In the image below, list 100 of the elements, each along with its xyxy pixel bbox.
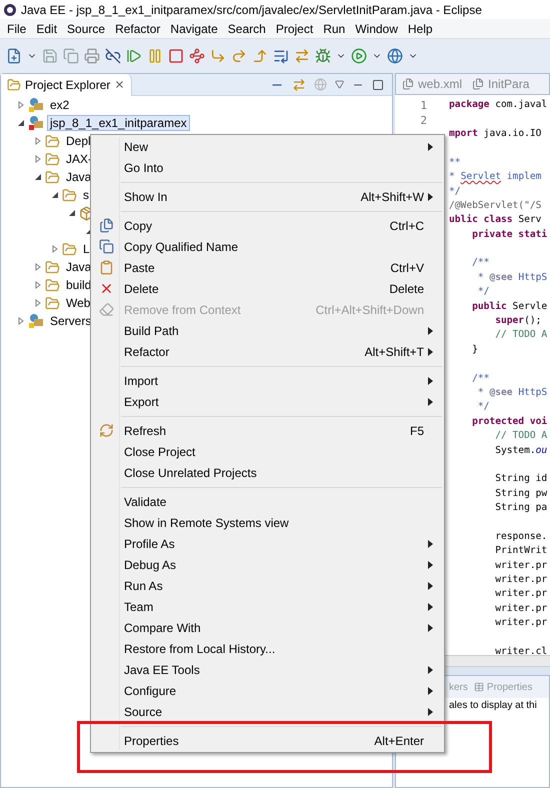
menu-option[interactable]: Show in Remote Systems view	[121, 512, 444, 533]
menu-option[interactable]: Source	[121, 701, 444, 722]
expanded-arrow-icon[interactable]	[17, 119, 25, 127]
menu-option[interactable]: Show In Alt+Shift+W	[121, 186, 444, 207]
properties-icon	[474, 682, 484, 692]
menu-option[interactable]: Team	[121, 596, 444, 617]
code-line: /**	[471, 372, 490, 386]
run-icon[interactable]	[351, 48, 367, 64]
resume-icon[interactable]	[126, 48, 142, 64]
menu-option[interactable]: Java EE Tools	[121, 659, 444, 680]
menu-item[interactable]: Search	[222, 20, 271, 38]
folder-icon	[45, 134, 60, 148]
collapsed-arrow-icon[interactable]	[51, 245, 59, 253]
tree-item[interactable]: Java	[63, 169, 94, 185]
menu-item[interactable]: Navigate	[165, 20, 223, 38]
menu-option[interactable]: Restore from Local History...	[121, 638, 444, 659]
menu-option[interactable]: Copy Qualified Name	[121, 236, 444, 257]
maximize-icon[interactable]	[372, 78, 384, 90]
folder-icon	[45, 278, 60, 292]
tree-item[interactable]: L	[80, 241, 93, 257]
stop-icon[interactable]	[168, 48, 184, 64]
menu-item[interactable]: Run	[318, 20, 350, 38]
menu-item[interactable]: Project	[270, 20, 318, 38]
window-title: Java EE - jsp_8_1_ex1_initparamex/src/com/javalec/ex/ServletInitParam.java - Eclipse	[21, 2, 482, 18]
folder-icon	[45, 296, 60, 310]
menu-option[interactable]: Go Into	[121, 157, 444, 178]
view-menu-icon[interactable]	[335, 80, 344, 89]
code-line: package com.javal	[449, 98, 548, 112]
menu-item[interactable]: Edit	[31, 20, 62, 38]
tree-item[interactable]: Servers	[47, 313, 94, 329]
menu-option[interactable]: Compare With	[121, 617, 444, 638]
code-line: protected voi	[471, 414, 548, 429]
code-line: writer.pr	[494, 573, 548, 588]
app-icon	[3, 2, 17, 16]
menu-item[interactable]: Window	[350, 20, 403, 38]
step-into-icon[interactable]	[210, 48, 226, 64]
menu-option[interactable]: Import	[121, 370, 444, 391]
save-icon[interactable]	[42, 48, 58, 64]
menu-option[interactable]: Close Unrelated Projects	[121, 462, 444, 483]
list-icon[interactable]	[273, 48, 289, 64]
bug-icon[interactable]	[315, 48, 331, 64]
menu-option[interactable]: New	[121, 136, 444, 157]
new-file-icon[interactable]	[6, 48, 22, 64]
file-icon	[472, 78, 484, 90]
save-all-icon[interactable]	[63, 48, 79, 64]
menu-option[interactable]: Export	[121, 391, 444, 412]
code-line: System.ou	[494, 444, 548, 458]
collapsed-arrow-icon[interactable]	[34, 263, 42, 271]
printer-icon[interactable]	[84, 48, 100, 64]
menu-item[interactable]: File	[2, 20, 32, 38]
menu-option[interactable]: Refresh F5	[121, 420, 444, 441]
tree-item[interactable]: jsp_8_1_ex1_initparamex	[47, 115, 190, 131]
code-line: /@WebServlet("/S	[449, 198, 542, 213]
tab-title: Project Explorer	[25, 76, 110, 94]
expanded-arrow-icon[interactable]	[51, 191, 59, 199]
step-over-icon[interactable]	[231, 48, 247, 64]
menu-option[interactable]: Properties Alt+Enter	[121, 730, 444, 751]
menu-option[interactable]: Debug As	[121, 554, 444, 575]
tree-item[interactable]: s	[80, 187, 92, 203]
code-line: String id	[494, 472, 548, 486]
project-icon	[28, 115, 44, 131]
collapsed-arrow-icon[interactable]	[34, 155, 42, 163]
menu-option[interactable]: Refactor Alt+Shift+T	[121, 341, 444, 362]
expanded-arrow-icon[interactable]	[68, 209, 76, 217]
menu-option[interactable]: Copy Ctrl+C	[121, 215, 444, 236]
project-explorer-tab[interactable]: Project Explorer	[1, 74, 132, 96]
link-icon[interactable]	[292, 78, 306, 92]
menu-option[interactable]: Configure	[121, 680, 444, 701]
code-line: writer.pr	[494, 616, 548, 630]
menu-option[interactable]: Profile As	[121, 533, 444, 554]
collapsed-arrow-icon[interactable]	[34, 137, 42, 145]
collapsed-arrow-icon[interactable]	[17, 101, 25, 109]
menu-option[interactable]: Run As	[121, 575, 444, 596]
code-line: /**	[471, 256, 490, 270]
step-return-icon[interactable]	[252, 48, 268, 64]
disconnect-icon[interactable]	[189, 48, 205, 64]
menu-item[interactable]: Help	[402, 20, 438, 38]
pause-icon[interactable]	[147, 48, 163, 64]
menu-option[interactable]: Delete Delete	[121, 278, 444, 299]
expanded-arrow-icon[interactable]	[34, 173, 42, 181]
menu-option[interactable]: Paste Ctrl+V	[121, 257, 444, 278]
globe-icon[interactable]	[387, 48, 403, 64]
collapsed-arrow-icon[interactable]	[34, 281, 42, 289]
close-icon[interactable]	[114, 79, 126, 90]
menu-option[interactable]: Build Path	[121, 320, 444, 341]
collapsed-arrow-icon[interactable]	[34, 299, 42, 307]
tree-item[interactable]: Depl	[63, 133, 94, 149]
code-line: writer.pr	[494, 587, 548, 602]
menu-item[interactable]: Source	[62, 20, 110, 38]
swap-icon[interactable]	[294, 48, 310, 64]
menu-option[interactable]: Close Project	[121, 441, 444, 462]
collapsed-arrow-icon[interactable]	[17, 317, 25, 325]
tree-item[interactable]: ex2	[47, 97, 72, 113]
tree-item[interactable]: Java	[63, 259, 94, 275]
code-line: // TODO A	[494, 429, 548, 444]
tree-item[interactable]: Web	[63, 295, 94, 311]
code-line: private stati	[471, 228, 548, 242]
menu-option[interactable]: Validate	[121, 491, 444, 512]
menu-item[interactable]: Refactor	[110, 20, 166, 38]
skip-breakpoints-icon[interactable]	[105, 48, 121, 64]
